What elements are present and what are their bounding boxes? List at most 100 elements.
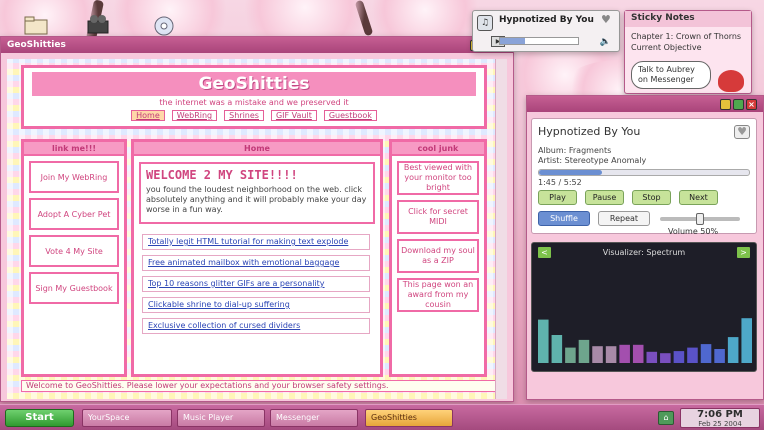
site-banner: GeoShitties the internet was a mistake a…	[21, 65, 487, 129]
left-column-header: link me!!!	[24, 142, 124, 156]
task-messenger[interactable]: Messenger	[270, 409, 358, 427]
stop-button[interactable]: Stop	[632, 190, 671, 205]
join-webring-link[interactable]: Join My WebRing	[29, 161, 119, 193]
close-button[interactable]: ×	[746, 98, 757, 110]
spectrum-bar	[605, 346, 617, 363]
clock-date: Feb 25 2004	[698, 420, 742, 428]
list-item-link[interactable]: Clickable shrine to dial-up suffering	[142, 297, 370, 313]
nav-webring[interactable]: WebRing	[171, 110, 218, 121]
music-note-icon: ♫	[477, 15, 493, 31]
nav-home[interactable]: Home	[131, 110, 165, 121]
maximize-button[interactable]	[733, 98, 744, 110]
mini-track-title: Hypnotized By You	[499, 15, 594, 25]
visualizer-panel: < Visualizer: Spectrum >	[531, 242, 757, 372]
shuffle-toggle[interactable]: Shuffle	[538, 211, 590, 226]
left-column: link me!!! Join My WebRing Adopt A Cyber…	[21, 139, 127, 377]
main-column-header: Home	[134, 142, 380, 156]
volume-slider-handle[interactable]	[696, 212, 704, 225]
welcome-title: WELCOME 2 MY SITE!!!!	[146, 168, 298, 182]
visualizer-next-button[interactable]: >	[736, 247, 750, 258]
list-item-link[interactable]: Totally legit HTML tutorial for making t…	[142, 234, 370, 250]
next-button[interactable]: Next	[679, 190, 718, 205]
site-logo: GeoShitties	[32, 72, 476, 96]
list-item-link[interactable]: Top 10 reasons glitter GIFs are a person…	[142, 276, 370, 292]
system-clock[interactable]: 7:06 PM Feb 25 2004	[680, 408, 760, 428]
list-item-link[interactable]: Exclusive collection of cursed dividers	[142, 318, 370, 334]
clock-time: 7:06 PM	[697, 409, 743, 420]
camera-icon[interactable]	[86, 14, 114, 36]
geo-titlebar[interactable]: GeoShitties ×	[1, 37, 513, 53]
list-item-link[interactable]: Free animated mailbox with emotional bag…	[142, 255, 370, 271]
spectrum-bar	[673, 351, 685, 363]
spectrum-bar	[687, 347, 698, 363]
music-player-window[interactable]: × Hypnotized By You ♥ Album: Fragments A…	[526, 95, 764, 400]
track-time: 1:45 / 5:52	[538, 178, 582, 187]
spectrum-bar	[660, 353, 671, 363]
spectrum-bar	[727, 337, 739, 363]
spectrum-bar	[592, 346, 603, 363]
album-label: Album: Fragments	[538, 146, 612, 155]
nav-gif-vault[interactable]: GIF Vault	[270, 110, 317, 121]
mini-progress-bar[interactable]	[499, 37, 579, 45]
spectrum-bar	[538, 319, 549, 363]
heart-mascot-icon	[718, 70, 744, 92]
welcome-text: you found the loudest neighborhood on th…	[146, 185, 367, 214]
objective-bubble: Talk to Aubrey on Messenger	[631, 61, 711, 89]
start-button[interactable]: Start	[5, 409, 74, 427]
link-list: Totally legit HTML tutorial for making t…	[142, 234, 372, 334]
network-tray-icon[interactable]: ⌂	[658, 411, 674, 425]
spectrum-bars	[538, 318, 752, 363]
right-column-header: cool junk	[392, 142, 484, 156]
sticky-objective-label: Current Objective	[631, 43, 702, 52]
heart-icon[interactable]: ♥	[734, 125, 750, 139]
taskbar: Start YourSpace Music Player Messenger G…	[0, 404, 764, 430]
spectrum-bar	[646, 351, 658, 363]
volume-label: Volume 50%	[668, 227, 719, 236]
mini-player-widget[interactable]: ♫ Hypnotized By You ♥ ▶ 🔈	[472, 10, 620, 52]
sticky-title: Sticky Notes	[625, 11, 751, 27]
nav-guestbook[interactable]: Guestbook	[323, 110, 377, 121]
track-title: Hypnotized By You	[538, 125, 641, 138]
spectrum-bar	[700, 344, 712, 363]
minimize-button[interactable]	[720, 98, 731, 110]
play-button[interactable]: Play	[538, 190, 577, 205]
geo-viewport: GeoShitties the internet was a mistake a…	[7, 59, 507, 399]
nav-shrines[interactable]: Shrines	[224, 110, 264, 121]
cd-icon[interactable]	[152, 14, 180, 36]
main-column: Home WELCOME 2 MY SITE!!!! you found the…	[131, 139, 383, 377]
site-nav: Home WebRing Shrines GIF Vault Guestbook	[24, 110, 484, 121]
artist-label: Artist: Stereotype Anomaly	[538, 156, 647, 165]
sticky-chapter: Chapter 1: Crown of Thorns	[631, 32, 742, 41]
welcome-box: WELCOME 2 MY SITE!!!! you found the loud…	[139, 162, 375, 224]
spectrum-bar	[551, 335, 563, 363]
right-column: cool junk Best viewed with your monitor …	[389, 139, 487, 377]
track-progress-bar[interactable]	[538, 169, 750, 176]
download-soul-link[interactable]: Download my soul as a ZIP	[397, 239, 479, 273]
monitor-bright-link[interactable]: Best viewed with your monitor too bright	[397, 161, 479, 195]
repeat-toggle[interactable]: Repeat	[598, 211, 650, 226]
speaker-icon[interactable]: 🔈	[600, 37, 611, 47]
award-link[interactable]: This page won an award from my cousin	[397, 278, 479, 312]
task-yourspace[interactable]: YourSpace	[82, 409, 172, 427]
pause-button[interactable]: Pause	[585, 190, 624, 205]
player-titlebar[interactable]: ×	[527, 96, 763, 112]
site-tagline: the internet was a mistake and we preser…	[159, 98, 349, 107]
visualizer-prev-button[interactable]: <	[538, 247, 551, 258]
site-status-bar: Welcome to GeoShitties. Please lower you…	[21, 380, 501, 392]
vertical-scrollbar[interactable]	[495, 59, 507, 399]
spectrum-bar	[714, 349, 725, 363]
geoshitties-window[interactable]: GeoShitties × GeoShitties the internet w…	[0, 36, 514, 402]
vote-site-link[interactable]: Vote 4 My Site	[29, 235, 119, 267]
task-geoshitties[interactable]: GeoShitties	[365, 409, 453, 427]
visualizer-title: Visualizer: Spectrum	[602, 248, 686, 257]
spectrum-bar	[741, 318, 752, 363]
task-music-player[interactable]: Music Player	[177, 409, 265, 427]
folder-icon[interactable]	[24, 14, 52, 36]
sign-guestbook-link[interactable]: Sign My Guestbook	[29, 272, 119, 304]
secret-midi-link[interactable]: Click for secret MIDI	[397, 200, 479, 234]
adopt-pet-link[interactable]: Adopt A Cyber Pet	[29, 198, 119, 230]
now-playing-card: Hypnotized By You ♥ Album: Fragments Art…	[531, 118, 757, 236]
volume-slider[interactable]	[660, 212, 740, 225]
heart-icon[interactable]: ♥	[601, 14, 613, 26]
spectrum-bar	[565, 347, 576, 363]
